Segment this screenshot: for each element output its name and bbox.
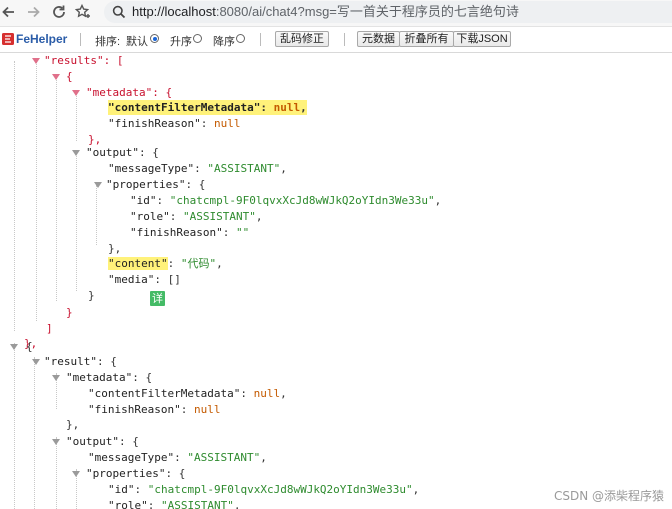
json-row: "contentFilterMetadata": null, [88,387,287,400]
json-row: "properties": { [86,467,186,480]
toolbar-divider [344,33,345,46]
json-row: "properties": { [106,178,206,191]
forward-arrow-icon[interactable] [24,3,42,21]
detail-badge[interactable]: 详 [150,291,165,306]
json-row: { [66,70,73,83]
json-row: "metadata": { [66,371,153,384]
json-row: "role": "ASSISTANT", [130,210,263,223]
collapse-toggle-icon[interactable] [52,74,60,80]
sort-desc-label: 降序 [213,36,235,48]
download-json-button[interactable]: 下载JSON [453,31,511,47]
indent-guide [76,153,77,291]
json-row: "messageType": "ASSISTANT", [88,451,267,464]
json-row: "content": "代码", [108,257,223,270]
watermark: CSDN @添柴程序猿 [554,489,665,503]
indent-guide [96,185,97,245]
sort-label: 排序: [95,36,121,48]
json-row: { [26,340,33,353]
collapse-toggle-icon[interactable] [72,90,80,96]
json-row: "messageType": "ASSISTANT", [108,162,287,175]
json-row: "finishReason": null [88,403,221,416]
collapse-toggle-icon[interactable] [10,344,18,350]
json-row: "id": "chatcmpl-9F0lqvxXcJd8wWJkQ2oYIdn3… [108,483,420,496]
json-row: "result": { [44,355,117,368]
collapse-toggle-icon[interactable] [72,471,80,477]
url-text[interactable]: http://localhost:8080/ai/chat4?msg=写一首关于… [132,4,519,20]
search-icon [112,5,126,19]
collapse-toggle-icon[interactable] [32,58,40,64]
indent-guide [56,75,57,301]
collapse-toggle-icon[interactable] [52,439,60,445]
indent-guide [36,61,37,321]
indent-guide [56,437,57,509]
json-row: }, [108,242,122,255]
json-row: "id": "chatcmpl-9F0lqvxXcJd8wWJkQ2oYIdn3… [130,194,442,207]
fehelper-logo-icon [2,33,14,45]
json-row: } [88,289,95,302]
json-row: }, [66,418,80,431]
collapse-all-button[interactable]: 折叠所有 [399,31,454,47]
indent-guide [14,343,15,509]
metadata-button[interactable]: 元数据 [357,31,400,47]
collapse-toggle-icon[interactable] [94,182,102,188]
json-row: "output": { [66,435,139,448]
fehelper-toolbar: FeHelper 排序: 默认 升序 降序 乱码修正 元数据 折叠所有 下载JS… [0,27,672,53]
fehelper-title: FeHelper [16,32,68,46]
sort-default-label: 默认 [126,36,148,48]
indent-guide [14,61,15,331]
json-row: ] [46,322,53,335]
indent-guide [34,357,35,509]
toolbar-divider [260,33,261,46]
json-row: "results": [ [44,54,124,67]
json-row: "finishReason": "" [130,226,250,239]
browser-address-bar: http://localhost:8080/ai/chat4?msg=写一首关于… [0,0,672,27]
json-row: } [66,306,73,319]
json-row: "finishReason": null [108,117,241,130]
sort-default-radio[interactable] [150,34,159,43]
reload-icon[interactable] [50,3,68,21]
back-arrow-icon[interactable] [0,3,18,21]
json-row-highlighted: "contentFilterMetadata": null, [108,100,307,115]
toolbar-divider [80,33,81,46]
json-row: "metadata": { [86,86,173,99]
indent-guide [76,91,77,141]
json-row: "media": [] [108,273,181,286]
json-row: "output": { [86,146,159,159]
collapse-toggle-icon[interactable] [72,150,80,156]
sort-desc-radio[interactable] [236,34,245,43]
fix-encoding-button[interactable]: 乱码修正 [275,31,329,47]
sort-asc-radio[interactable] [193,34,202,43]
sort-asc-label: 升序 [170,36,192,48]
url-bar[interactable]: http://localhost:8080/ai/chat4?msg=写一首关于… [104,1,672,23]
collapse-toggle-icon[interactable] [52,375,60,381]
bookmark-star-icon[interactable] [74,3,92,21]
json-viewer: "results": [ { "metadata": { "contentFil… [0,53,672,509]
collapse-toggle-icon[interactable] [32,359,40,365]
json-row: "role": "ASSISTANT", [108,499,241,509]
